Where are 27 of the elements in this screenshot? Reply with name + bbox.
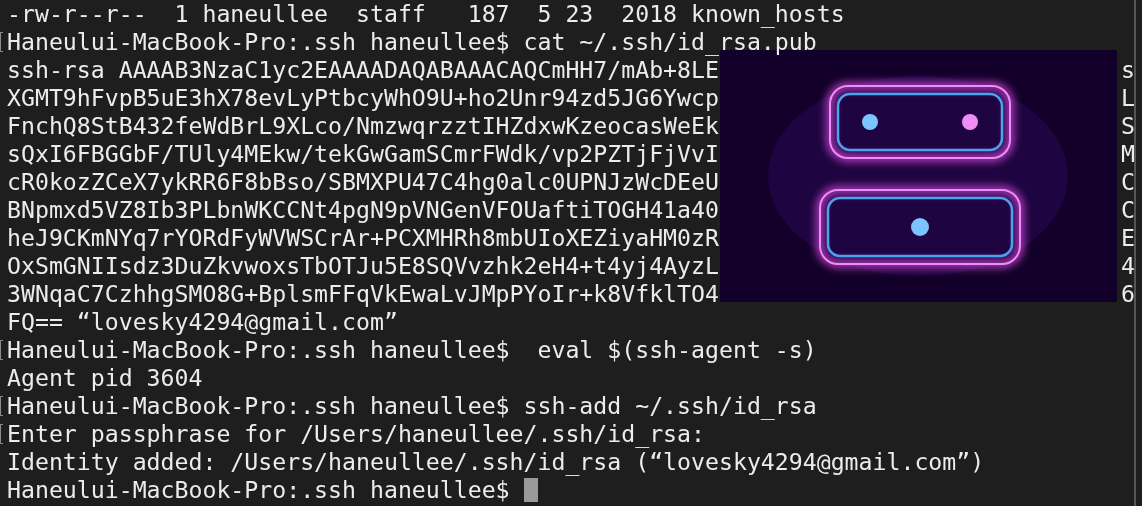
terminal-line: Agent pid 3604 xyxy=(7,364,203,392)
terminal-line: Haneului-MacBook-Pro:.ssh haneullee$ ssh-add ~/.ssh/id_rsa xyxy=(7,392,817,420)
terminal-line: heJ9CKmNYq7rYORdFyWVWSCrAr+PCXMHRh8mbUIoXEZiyaHM0zR xyxy=(7,224,720,252)
terminal-line: Haneului-MacBook-Pro:.ssh haneullee$ eval $(ssh-agent -s) xyxy=(7,336,817,364)
terminal-line: 3WNqaC7CzhhgSMO8G+BplsmFFqVkEwaLvJMpPYoIr+k8VfklTO4 xyxy=(7,280,720,308)
terminal-line: Enter passphrase for /Users/haneullee/.ssh/id_rsa: xyxy=(7,420,705,448)
terminal-line: 6 xyxy=(1120,280,1134,308)
terminal-line: XGMT9hFvpB5uE3hX78evLyPtbcyWhO9U+ho2Unr94zd5JG6Ywcp xyxy=(7,84,720,112)
terminal-line: ssh-rsa AAAAB3NzaC1yc2EAAAADAQABAAACAQCmHH7/mAb+8LE xyxy=(7,56,720,84)
terminal-line: Haneului-MacBook-Pro:.ssh haneullee$ cat ~/.ssh/id_rsa.pub xyxy=(7,28,817,56)
terminal-line: sQxI6FBGGbF/TUly4MEkw/tekGwGamSCmrFWdk/vp2PZTjFjVvI xyxy=(7,140,720,168)
terminal-line: C xyxy=(1120,196,1134,224)
terminal-prompt: Haneului-MacBook-Pro:.ssh haneullee$ xyxy=(7,476,510,504)
terminal-line: Identity added: /Users/haneullee/.ssh/id_rsa (“lovesky4294@gmail.com”) xyxy=(7,448,985,476)
terminal-line: E xyxy=(1120,224,1134,252)
terminal-line: s xyxy=(1120,56,1134,84)
terminal-line: -rw-r--r-- 1 haneullee staff 187 5 23 2018 known_hosts xyxy=(7,0,845,28)
terminal-line: 4 xyxy=(1120,252,1134,280)
terminal-line: M xyxy=(1120,140,1134,168)
terminal-line: L xyxy=(1120,84,1134,112)
terminal-line: BNpmxd5VZ8Ib3PLbnWKCCNt4pgN9pVNGenVFOUaftiTOGH41a40 xyxy=(7,196,720,224)
terminal-line: S xyxy=(1120,112,1134,140)
terminal-line: FnchQ8StB432feWdBrL9XLco/NmzwqrzztIHZdxwKzeocasWeEk xyxy=(7,112,720,140)
terminal-line: FQ== “lovesky4294@gmail.com” xyxy=(7,308,398,336)
terminal-line: cR0kozZCeX7ykRR6F8bBso/SBMXPU47C4hg0alc0UPNJzWcDEeU xyxy=(7,168,720,196)
terminal-line: OxSmGNIIsdz3DuZkvwoxsTbOTJu5E8SQVvzhk2eH4+t4yj4AyzL xyxy=(7,252,720,280)
terminal-line: C xyxy=(1120,168,1134,196)
